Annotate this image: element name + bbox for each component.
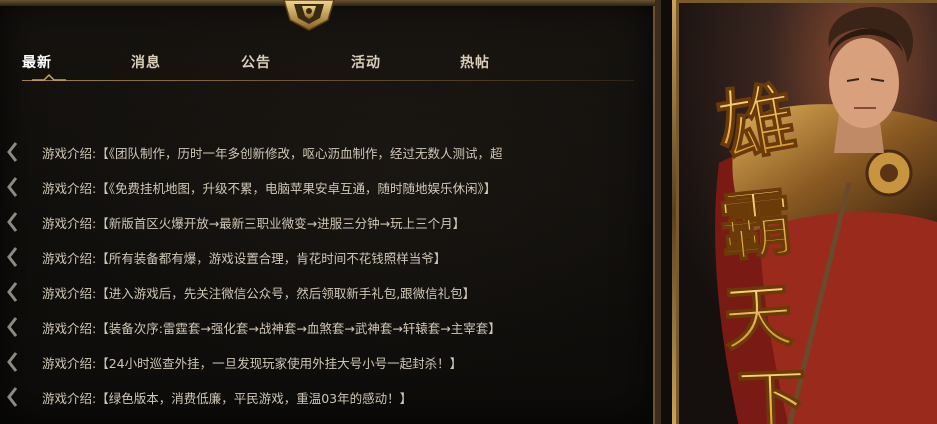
chevron-left-icon xyxy=(7,142,18,162)
chevron-left-icon xyxy=(7,177,18,197)
news-title: 游戏介绍:【24小时巡查外挂，一旦发现玩家使用外挂大号小号一起封杀！】 xyxy=(42,356,463,371)
chevron-left-icon xyxy=(7,282,18,302)
list-item[interactable]: 游戏介绍:【《免费挂机地图，升级不累，电脑苹果安卓互通，随时随地娱乐休闲》】 xyxy=(0,176,640,211)
list-item[interactable]: 游戏介绍:【新版首区火爆开放→最新三职业微变→进服三分钟→玩上三个月】 xyxy=(0,211,640,246)
tab-announcements[interactable]: 公告 xyxy=(241,52,271,72)
news-tabs: 最新 消息 公告 活动 热帖 xyxy=(22,52,634,82)
tab-messages[interactable]: 消息 xyxy=(131,52,161,72)
hero-calligraphy-2: 霸 xyxy=(715,180,798,273)
news-title: 游戏介绍:【装备次序:雷霆套→强化套→战神套→血煞套→武神套→轩辕套→主宰套】 xyxy=(42,321,501,336)
tab-latest[interactable]: 最新 xyxy=(22,52,52,72)
chevron-left-icon xyxy=(7,352,18,372)
hero-banner[interactable]: 雄 霸 天 下 xyxy=(676,0,937,424)
news-title: 游戏介绍:【绿色版本，消费低廉，平民游戏，重温03年的感动！】 xyxy=(42,391,413,406)
list-item[interactable]: 游戏介绍:【所有装备都有爆，游戏设置合理，肯花时间不花钱照样当爷】 xyxy=(0,246,640,281)
tab-hot-posts[interactable]: 热帖 xyxy=(460,52,490,72)
warrior-illustration-icon: 雄 霸 天 下 xyxy=(679,3,937,424)
news-title: 游戏介绍:【《团队制作，历时一年多创新修改，呕心沥血制作，经过无数人测试，超 xyxy=(42,146,503,161)
list-item[interactable]: 游戏介绍:【装备次序:雷霆套→强化套→战神套→血煞套→武神套→轩辕套→主宰套】 xyxy=(0,316,640,351)
news-title: 游戏介绍:【《免费挂机地图，升级不累，电脑苹果安卓互通，随时随地娱乐休闲》】 xyxy=(42,181,497,196)
news-title: 游戏介绍:【新版首区火爆开放→最新三职业微变→进服三分钟→玩上三个月】 xyxy=(42,216,466,231)
news-panel: 最新 消息 公告 活动 热帖 游戏介绍:【《团队制作，历时一年多创新修改，呕心沥… xyxy=(0,0,661,424)
chevron-left-icon xyxy=(7,247,18,267)
gold-crest-icon xyxy=(283,0,335,31)
news-title: 游戏介绍:【所有装备都有爆，游戏设置合理，肯花时间不花钱照样当爷】 xyxy=(42,251,447,266)
list-item[interactable]: 游戏介绍:【24小时巡查外挂，一旦发现玩家使用外挂大号小号一起封杀！】 xyxy=(0,351,640,386)
chevron-left-icon xyxy=(7,212,18,232)
hero-calligraphy-1: 雄 xyxy=(710,72,803,175)
tab-underline xyxy=(22,80,634,81)
hero-calligraphy-3: 天 xyxy=(721,273,797,361)
chevron-left-icon xyxy=(7,317,18,337)
chevron-left-icon xyxy=(7,387,18,407)
list-item[interactable]: 游戏介绍:【进入游戏后，先关注微信公众号，然后领取新手礼包,跟微信礼包】 xyxy=(0,281,640,316)
news-title: 游戏介绍:【进入游戏后，先关注微信公众号，然后领取新手礼包,跟微信礼包】 xyxy=(42,286,476,301)
active-tab-indicator-icon xyxy=(32,73,66,81)
tab-events[interactable]: 活动 xyxy=(351,52,381,72)
hero-calligraphy-4: 下 xyxy=(736,359,809,424)
list-item[interactable]: 游戏介绍:【绿色版本，消费低廉，平民游戏，重温03年的感动！】 xyxy=(0,386,640,421)
list-item[interactable]: 游戏介绍:【《团队制作，历时一年多创新修改，呕心沥血制作，经过无数人测试，超 xyxy=(0,141,640,176)
